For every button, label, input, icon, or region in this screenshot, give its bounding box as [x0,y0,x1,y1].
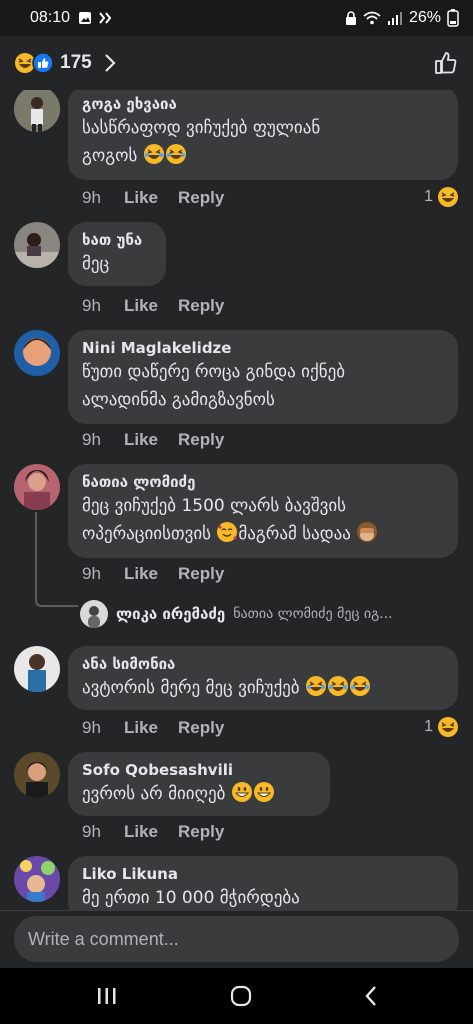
reply-button[interactable]: Reply [178,564,224,584]
comment-time: 9h [82,296,101,315]
comment-reactions[interactable]: 1 [424,186,459,208]
system-nav-bar [0,968,473,1024]
comment-time: 9h [82,718,101,737]
reaction-count: 175 [60,52,92,73]
avatar[interactable] [14,646,60,692]
like-button[interactable]: Like [124,188,158,208]
comment-author[interactable]: ნათია ლომიძე [82,472,444,492]
comment-bubble[interactable]: ხათ უნა მეც [68,222,166,286]
like-button[interactable]: Like [124,718,158,738]
comment-time: 9h [82,430,101,449]
haha-reaction-icon [438,187,458,207]
comment-text: ალადინმა გამიგზავნოს [82,390,275,410]
battery-icon [447,9,459,27]
laughing-emoji-icon [350,676,370,696]
comment-bubble[interactable]: Nini Maglakelidze წუთი დაწერე როცა გინდა… [68,330,458,424]
comment-text: ავტორის მერე მეც ვიჩუქებ [82,678,300,698]
comment-text: ოპერაციისთვის [82,524,211,544]
like-button-icon[interactable] [433,50,459,76]
comment-text: მე ერთი 10 000 მჭირდება [82,888,300,908]
like-button[interactable]: Like [124,296,158,316]
see-no-evil-monkey-icon [357,522,378,542]
comment-text: მაგრამ სადაა [238,524,351,544]
reply-button[interactable]: Reply [178,718,224,738]
avatar[interactable] [14,90,60,132]
battery-percent: 26% [408,9,441,26]
comment-bubble[interactable]: გოგა ეხვაია სასწრაფოდ ვიჩუქებ ფულიან გოგ… [68,90,458,180]
grinning-face-icon [253,782,274,802]
avatar[interactable] [14,464,60,510]
status-time: 08:10 [30,9,71,26]
comment-author[interactable]: Sofo Qobesashvili [82,760,316,780]
comment-actions: 9h Like Reply [82,718,224,738]
avatar[interactable] [14,856,60,902]
laughing-emoji-icon [165,144,186,164]
comment-actions: 9h Like Reply [82,430,224,450]
comment-author[interactable]: Liko Likuna [82,864,444,884]
comment-time: 9h [82,188,101,207]
comment-author[interactable]: გოგა ეხვაია [82,94,444,114]
comment-text: მეც [82,254,110,274]
comment-actions: 9h Like Reply [82,564,224,584]
comment-text: ევროს არ მიიღებ [82,784,226,804]
thread-connector [35,512,78,607]
reactions-header: 175 [0,36,473,90]
like-reaction-icon [32,52,54,74]
comment-author[interactable]: ხათ უნა [82,230,152,250]
wifi-icon [363,11,381,25]
app-notification-icon [99,12,112,24]
reply-button[interactable]: Reply [178,188,224,208]
reply-text: ნათია ლომიძე მეც იგ... [233,606,393,622]
like-button[interactable]: Like [124,430,158,450]
haha-reaction-icon [438,717,458,737]
comment-time: 9h [82,564,101,583]
chevron-right-icon[interactable] [104,53,116,73]
comment-bubble[interactable]: Liko Likuna მე ერთი 10 000 მჭირდება [68,856,458,910]
comment-actions: 9h Like Reply [82,188,224,208]
laughing-emoji-icon [328,676,348,696]
laughing-emoji-icon [143,144,164,164]
gallery-icon [79,12,92,24]
signal-icon [387,12,402,25]
reactions-summary[interactable]: 175 [14,52,116,74]
like-button[interactable]: Like [124,822,158,842]
comment-bubble[interactable]: ნათია ლომიძე მეც ვიჩუქებ 1500 ლარს ბავშვ… [68,464,458,558]
back-icon[interactable] [364,985,378,1007]
comment-bubble[interactable]: ანა სიმონია ავტორის მერე მეც ვიჩუქებ [68,646,458,710]
avatar[interactable] [14,752,60,798]
status-bar: 08:10 26% [0,0,473,36]
like-button[interactable]: Like [124,564,158,584]
avatar [80,600,108,628]
reply-button[interactable]: Reply [178,822,224,842]
reply-button[interactable]: Reply [178,430,224,450]
comment-reactions[interactable]: 1 [424,716,459,738]
laughing-emoji-icon [306,676,326,696]
comment-author[interactable]: ანა სიმონია [82,654,444,674]
avatar[interactable] [14,330,60,376]
comment-bubble[interactable]: Sofo Qobesashvili ევროს არ მიიღებ [68,752,330,816]
comment-time: 9h [82,822,101,841]
comment-input[interactable] [28,928,445,950]
reply-button[interactable]: Reply [178,296,224,316]
avatar[interactable] [14,222,60,268]
comment-actions: 9h Like Reply [82,822,224,842]
grinning-face-icon [231,782,252,802]
comments-list: გოგა ეხვაია სასწრაფოდ ვიჩუქებ ფულიან გოგ… [0,90,473,910]
comment-text: წუთი დაწერე როცა გინდა იქნებ [82,362,346,382]
comment-text: სასწრაფოდ ვიჩუქებ ფულიან [82,118,321,138]
comment-text: მეც ვიჩუქებ 1500 ლარს ბავშვის [82,496,347,516]
comment-text: გოგოს [82,146,138,166]
comment-actions: 9h Like Reply [82,296,224,316]
comment-author[interactable]: Nini Maglakelidze [82,338,444,358]
comment-composer[interactable] [14,916,459,962]
reply-preview[interactable]: ლიკა ირემაძე ნათია ლომიძე მეც იგ... [80,600,393,628]
lock-icon [345,11,356,25]
smiling-face-with-hearts-icon [217,522,238,542]
home-icon[interactable] [229,984,253,1008]
reply-author[interactable]: ლიკა ირემაძე [116,605,225,623]
recent-apps-icon[interactable] [96,986,118,1006]
